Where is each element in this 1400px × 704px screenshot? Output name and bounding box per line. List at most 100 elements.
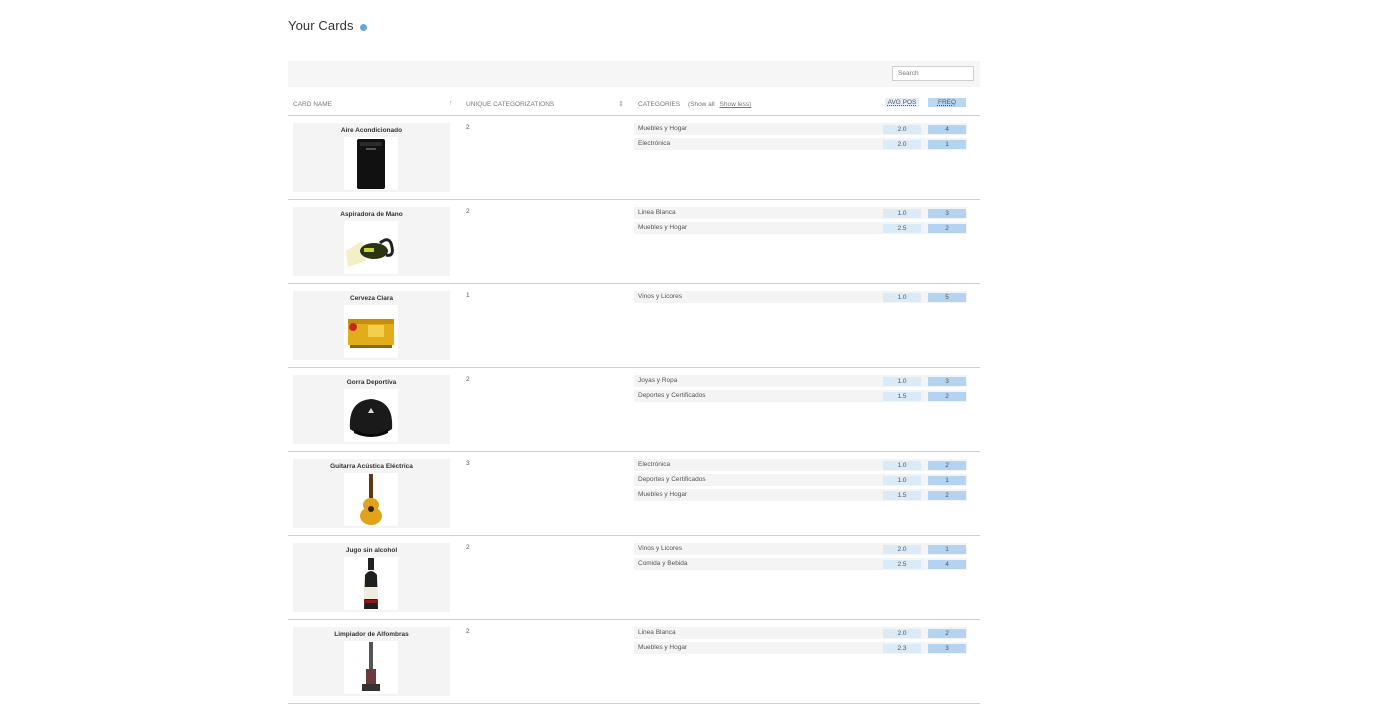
- category-item: Linea Blanca 2.0 2: [634, 627, 967, 639]
- category-name: Deportes y Certificados: [638, 476, 706, 483]
- guitar-image: [344, 473, 398, 526]
- freq-value: 3: [928, 209, 966, 218]
- card-tile[interactable]: Gorra Deportiva: [293, 375, 450, 444]
- category-item: Muebles y Hogar 2.3 3: [634, 642, 967, 654]
- column-header-freq[interactable]: FREQ: [928, 98, 966, 107]
- avg-pos-value: 1.0: [883, 209, 921, 218]
- category-item: Deportes y Certificados 1.0 1: [634, 474, 967, 486]
- category-name: Joyas y Ropa: [638, 377, 678, 384]
- card-tile[interactable]: Guitarra Acústica Eléctrica: [293, 459, 450, 528]
- category-name: Electrónica: [638, 461, 671, 468]
- table-row: Guitarra Acústica Eléctrica 3 Electrónic…: [288, 452, 980, 536]
- category-list: Linea Blanca 1.0 3 Muebles y Hogar 2.5 2: [634, 207, 967, 237]
- category-item: Muebles y Hogar 2.0 4: [634, 123, 967, 135]
- show-less-link[interactable]: Show less): [720, 101, 752, 108]
- category-name: Muebles y Hogar: [638, 125, 688, 132]
- card-name: Jugo sin alcohol: [345, 547, 398, 554]
- freq-value: 4: [928, 560, 966, 569]
- category-item: Muebles y Hogar 2.5 2: [634, 222, 967, 234]
- category-name: Deportes y Certificados: [638, 392, 706, 399]
- category-item: Vinos y Licores 1.0 5: [634, 291, 967, 303]
- category-name: Linea Blanca: [638, 629, 676, 636]
- freq-value: 5: [928, 293, 966, 302]
- card-tile[interactable]: Aire Acondicionado: [293, 123, 450, 192]
- category-name: Linea Blanca: [638, 209, 676, 216]
- category-item: Vinos y Licores 2.0 1: [634, 543, 967, 555]
- hand-vacuum-image: [344, 221, 398, 274]
- category-item: Muebles y Hogar 1.5 2: [634, 489, 967, 501]
- category-name: Vinos y Licores: [638, 545, 682, 552]
- page-title: Your Cards: [288, 18, 354, 33]
- category-name: Comida y Bebida: [638, 560, 688, 567]
- freq-value: 3: [928, 377, 966, 386]
- table-row: Aire Acondicionado 2 Muebles y Hogar 2.0…: [288, 116, 980, 200]
- category-list: Vinos y Licores 2.0 1 Comida y Bebida 2.…: [634, 543, 967, 573]
- category-name: Vinos y Licores: [638, 293, 682, 300]
- freq-value: 1: [928, 476, 966, 485]
- freq-value: 3: [928, 644, 966, 653]
- category-name: Electrónica: [638, 140, 671, 147]
- column-header-categories: CATEGORIES (Show all Show less): [638, 101, 751, 108]
- category-item: Electrónica 1.0 2: [634, 459, 967, 471]
- avg-pos-value: 2.0: [883, 629, 921, 638]
- card-name: Guitarra Acústica Eléctrica: [330, 463, 413, 470]
- unique-count: 2: [466, 124, 470, 131]
- avg-pos-value: 1.0: [883, 476, 921, 485]
- avg-pos-value: 1.0: [883, 461, 921, 470]
- cards-table: Aire Acondicionado 2 Muebles y Hogar 2.0…: [288, 116, 980, 704]
- table-row: Cerveza Clara 1 Vinos y Licores 1.0 5: [288, 284, 980, 368]
- page-header: Your Cards: [288, 18, 367, 33]
- show-all-link[interactable]: (Show all: [688, 101, 715, 108]
- unique-count: 2: [466, 376, 470, 383]
- category-name: Muebles y Hogar: [638, 224, 688, 231]
- category-list: Joyas y Ropa 1.0 3 Deportes y Certificad…: [634, 375, 967, 405]
- column-header-unique-categorizations[interactable]: UNIQUE CATEGORIZATIONS: [466, 101, 554, 108]
- freq-value: 2: [928, 629, 966, 638]
- category-item: Electrónica 2.0 1: [634, 138, 967, 150]
- freq-value: 2: [928, 491, 966, 500]
- freq-value: 2: [928, 392, 966, 401]
- category-list: Vinos y Licores 1.0 5: [634, 291, 967, 306]
- unique-count: 3: [466, 460, 470, 467]
- sort-asc-icon[interactable]: ↑: [449, 100, 453, 107]
- category-list: Muebles y Hogar 2.0 4 Electrónica 2.0 1: [634, 123, 967, 153]
- category-list: Linea Blanca 2.0 2 Muebles y Hogar 2.3 3: [634, 627, 967, 657]
- avg-pos-value: 2.5: [883, 560, 921, 569]
- avg-pos-value: 2.0: [883, 125, 921, 134]
- unique-count: 1: [466, 292, 470, 299]
- freq-value: 4: [928, 125, 966, 134]
- freq-value: 2: [928, 224, 966, 233]
- avg-pos-value: 2.0: [883, 140, 921, 149]
- card-name: Gorra Deportiva: [346, 379, 397, 386]
- cap-image: [344, 389, 398, 442]
- avg-pos-value: 2.0: [883, 545, 921, 554]
- unique-count: 2: [466, 544, 470, 551]
- avg-pos-value: 1.5: [883, 392, 921, 401]
- column-header-card-name[interactable]: CARD NAME: [293, 101, 332, 108]
- table-row: Gorra Deportiva 2 Joyas y Ropa 1.0 3 Dep…: [288, 368, 980, 452]
- avg-pos-value: 2.3: [883, 644, 921, 653]
- category-item: Linea Blanca 1.0 3: [634, 207, 967, 219]
- category-item: Comida y Bebida 2.5 4: [634, 558, 967, 570]
- table-row: Limpiador de Alfombras 2 Linea Blanca 2.…: [288, 620, 980, 704]
- avg-pos-value: 2.5: [883, 224, 921, 233]
- category-list: Electrónica 1.0 2 Deportes y Certificado…: [634, 459, 967, 504]
- info-icon[interactable]: [359, 23, 367, 31]
- card-tile[interactable]: Limpiador de Alfombras: [293, 627, 450, 696]
- column-header-avg-pos[interactable]: AVG POS: [885, 98, 919, 107]
- table-header: CARD NAME ↑ UNIQUE CATEGORIZATIONS ⇕ CAT…: [288, 96, 980, 116]
- search-input[interactable]: [892, 66, 974, 81]
- card-name: Limpiador de Alfombras: [334, 631, 409, 638]
- air-conditioner-image: [344, 137, 398, 190]
- avg-pos-value: 1.0: [883, 293, 921, 302]
- card-tile[interactable]: Cerveza Clara: [293, 291, 450, 360]
- carpet-cleaner-image: [344, 641, 398, 694]
- avg-pos-value: 1.5: [883, 491, 921, 500]
- category-item: Joyas y Ropa 1.0 3: [634, 375, 967, 387]
- categories-label: CATEGORIES: [638, 101, 681, 108]
- category-name: Muebles y Hogar: [638, 491, 688, 498]
- card-tile[interactable]: Jugo sin alcohol: [293, 543, 450, 612]
- card-tile[interactable]: Aspiradora de Mano: [293, 207, 450, 276]
- sort-icon[interactable]: ⇕: [618, 100, 624, 108]
- card-name: Cerveza Clara: [350, 295, 393, 302]
